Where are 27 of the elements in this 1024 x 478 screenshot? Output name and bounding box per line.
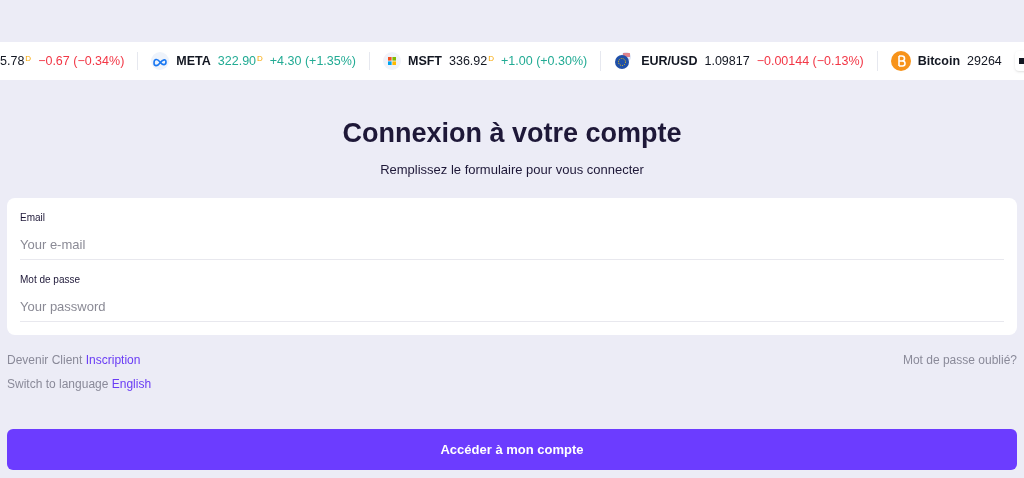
- ticker-symbol[interactable]: META: [176, 51, 211, 71]
- ticker-price: 5.78$^{D}$: [0, 52, 32, 70]
- language-link[interactable]: English: [111, 377, 152, 391]
- ticker-change: +4.30 (+1.35%): [269, 52, 356, 70]
- ticker-price: 29264: [967, 52, 1002, 70]
- bitcoin-icon: [890, 51, 911, 71]
- ticker-symbol[interactable]: EUR/USD: [641, 51, 698, 71]
- ticker-price: 1.09817: [704, 52, 750, 70]
- ticker-symbol[interactable]: Bitcoin: [917, 51, 961, 71]
- ticker-change: +1.00 (+0.30%): [501, 52, 588, 70]
- signup-link[interactable]: Inscription: [85, 353, 141, 367]
- field-label: Email: [20, 211, 46, 225]
- ticker-change: −0.00144 (−0.13%): [756, 52, 864, 70]
- ticker-price: 336.92$^{D}$: [449, 52, 495, 70]
- submit-button[interactable]: Accéder à mon compte: [7, 429, 1017, 470]
- page-title: Connexion à votre compte: [341, 117, 683, 150]
- ticker-symbol[interactable]: MSFT: [408, 51, 442, 71]
- input-field[interactable]: Your password: [20, 292, 1004, 322]
- infinity-icon: [151, 52, 170, 70]
- signup-text: Devenir Client Inscription: [7, 352, 142, 369]
- input-field[interactable]: Your e-mail: [20, 230, 1004, 260]
- language-text: Switch to language English: [7, 376, 152, 393]
- ticker-change: −0.67 (−0.34%): [38, 52, 125, 70]
- windows-logo-icon: [383, 52, 401, 70]
- field-label: Mot de passe: [20, 273, 82, 287]
- page-subtitle: Remplissez le formulaire pour vous connecter: [379, 160, 645, 179]
- ticker-price: 322.90$^{D}$: [217, 52, 263, 70]
